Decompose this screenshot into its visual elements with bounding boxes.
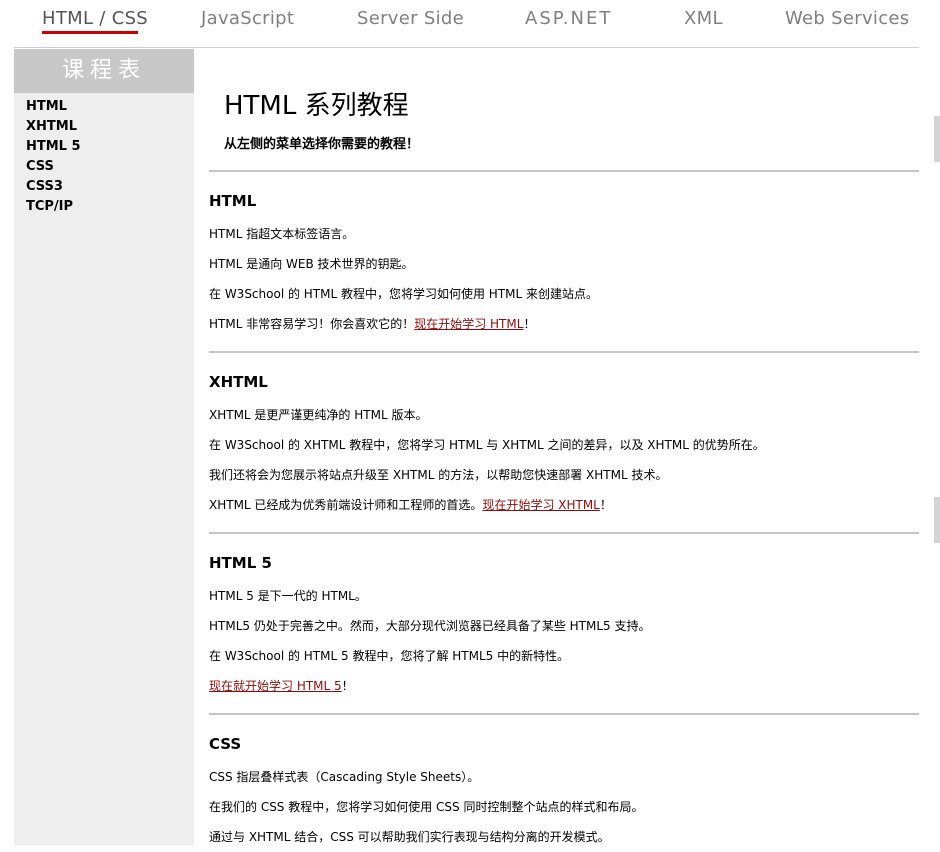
- learn-html5-link[interactable]: 现在就开始学习 HTML 5: [209, 679, 342, 693]
- active-nav-underline: [42, 31, 138, 34]
- sidebar-item-html[interactable]: HTML: [26, 97, 194, 117]
- link-suffix: ！: [341, 679, 354, 693]
- sidebar-menu: HTML XHTML HTML 5 CSS CSS3 TCP/IP: [14, 93, 194, 217]
- section-line: 在 W3School 的 HTML 5 教程中，您将了解 HTML5 中的新特性…: [209, 649, 570, 663]
- link-prefix: HTML 非常容易学习！你会喜欢它的！: [209, 317, 415, 331]
- sidebar-item-tcp-ip[interactable]: TCP/IP: [26, 197, 194, 217]
- section-line: HTML 5 是下一代的 HTML。: [209, 589, 367, 603]
- section-divider: [209, 713, 919, 715]
- nav-web-services[interactable]: Web Services: [785, 8, 909, 29]
- nav-html-css[interactable]: HTML / CSS: [42, 8, 148, 29]
- section-line: HTML 指超文本标签语言。: [209, 227, 355, 241]
- section-line: 在 W3School 的 HTML 教程中，您将学习如何使用 HTML 来创建站…: [209, 287, 599, 301]
- section-heading: HTML: [209, 192, 257, 210]
- sidebar-item-css3[interactable]: CSS3: [26, 177, 194, 197]
- section-link-line: 现在就开始学习 HTML 5！: [209, 671, 919, 701]
- section-heading: XHTML: [209, 373, 268, 391]
- learn-html-link[interactable]: 现在开始学习 HTML: [414, 317, 523, 331]
- top-navigation: HTML / CSS JavaScript Server Side ASP.NE…: [0, 0, 940, 46]
- link-prefix: XHTML 已经成为优秀前端设计师和工程师的首选。: [209, 498, 483, 512]
- section-line: XHTML 是更严谨更纯净的 HTML 版本。: [209, 408, 428, 422]
- section-divider: [209, 170, 919, 172]
- page-title: HTML 系列教程: [224, 91, 409, 121]
- section-html5: HTML 5 HTML 5 是下一代的 HTML。 HTML5 仍处于完善之中。…: [209, 552, 919, 701]
- section-link-line: HTML 非常容易学习！你会喜欢它的！现在开始学习 HTML！: [209, 309, 919, 339]
- section-divider: [209, 532, 919, 534]
- nav-divider: [14, 47, 919, 48]
- nav-javascript[interactable]: JavaScript: [201, 8, 294, 29]
- section-line: 我们还将会为您展示将站点升级至 XHTML 的方法，以帮助您快速部署 XHTML…: [209, 468, 668, 482]
- scrollbar-thumb[interactable]: [934, 116, 940, 162]
- section-html: HTML HTML 指超文本标签语言。 HTML 是通向 WEB 技术世界的钥匙…: [209, 190, 919, 339]
- section-divider: [209, 351, 919, 353]
- section-line: HTML 是通向 WEB 技术世界的钥匙。: [209, 257, 414, 271]
- nav-xml[interactable]: XML: [684, 8, 723, 29]
- link-suffix: ！: [523, 317, 536, 331]
- section-line: CSS 指层叠样式表（Cascading Style Sheets）。: [209, 770, 480, 784]
- scrollbar-thumb[interactable]: [934, 497, 940, 543]
- sidebar-item-html5[interactable]: HTML 5: [26, 137, 194, 157]
- nav-server-side[interactable]: Server Side: [357, 8, 464, 29]
- intro-text: 从左侧的菜单选择你需要的教程！: [224, 137, 420, 152]
- section-line: 通过与 XHTML 结合，CSS 可以帮助我们实行表现与结构分离的开发模式。: [209, 830, 610, 844]
- section-css: CSS CSS 指层叠样式表（Cascading Style Sheets）。 …: [209, 733, 919, 852]
- learn-xhtml-link[interactable]: 现在开始学习 XHTML: [482, 498, 599, 512]
- sidebar-item-css[interactable]: CSS: [26, 157, 194, 177]
- sidebar-heading: 课程表: [14, 49, 194, 93]
- section-heading: HTML 5: [209, 554, 272, 572]
- section-line: 在 W3School 的 XHTML 教程中，您将学习 HTML 与 XHTML…: [209, 438, 765, 452]
- link-suffix: ！: [599, 498, 612, 512]
- section-heading: CSS: [209, 735, 242, 753]
- section-line: HTML5 仍处于完善之中。然而，大部分现代浏览器已经具备了某些 HTML5 支…: [209, 619, 651, 633]
- section-xhtml: XHTML XHTML 是更严谨更纯净的 HTML 版本。 在 W3School…: [209, 371, 919, 520]
- section-link-line: XHTML 已经成为优秀前端设计师和工程师的首选。现在开始学习 XHTML！: [209, 490, 919, 520]
- sidebar: 课程表 HTML XHTML HTML 5 CSS CSS3 TCP/IP: [14, 49, 194, 845]
- nav-asp-net[interactable]: ASP.NET: [525, 8, 612, 29]
- section-line: 在我们的 CSS 教程中，您将学习如何使用 CSS 同时控制整个站点的样式和布局…: [209, 800, 644, 814]
- sidebar-item-xhtml[interactable]: XHTML: [26, 117, 194, 137]
